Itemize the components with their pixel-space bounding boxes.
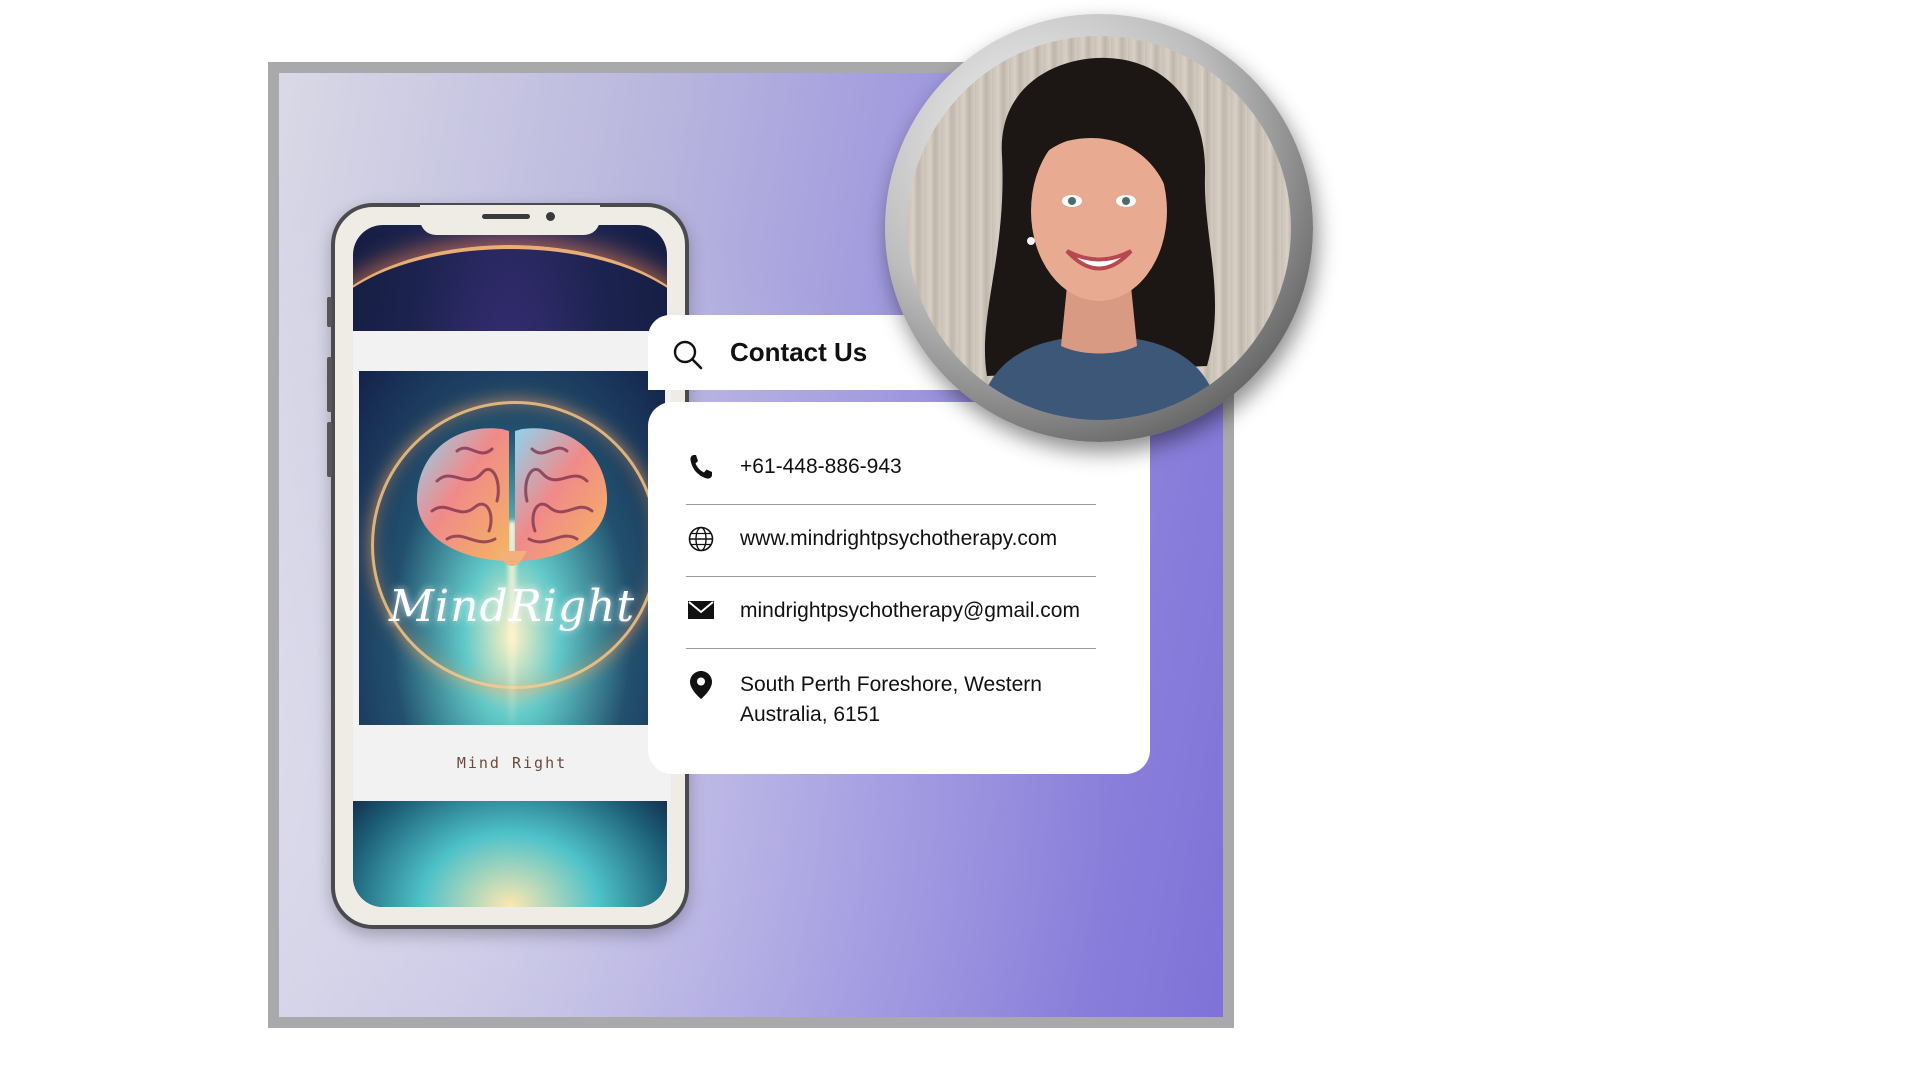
camera-icon — [546, 212, 555, 221]
person-avatar — [977, 57, 1221, 420]
mindright-logo: MindRight — [359, 371, 665, 725]
divider — [686, 504, 1096, 505]
globe-icon — [686, 524, 716, 554]
contact-address[interactable]: South Perth Foreshore, Western Australia… — [740, 670, 1042, 730]
contact-website-row[interactable]: www.mindrightpsychotherapy.com — [686, 524, 1096, 554]
promo-graphic: MindRight Mind Right Contact Us +61-448-… — [0, 0, 1920, 1080]
phone-icon — [686, 452, 716, 482]
phone-notch — [420, 205, 600, 235]
contact-email-row[interactable]: mindrightpsychotherapy@gmail.com — [686, 596, 1096, 626]
phone-button — [327, 422, 332, 477]
divider — [686, 648, 1096, 649]
portrait-photo — [907, 36, 1291, 420]
phone-button — [327, 357, 332, 412]
divider — [686, 576, 1096, 577]
phone-button — [327, 297, 332, 327]
contact-panel: +61-448-886-943 www.mindrightpsychothera… — [648, 402, 1150, 774]
address-line-2: Australia, 6151 — [740, 703, 881, 726]
contact-title: Contact Us — [730, 337, 868, 367]
contact-address-row[interactable]: South Perth Foreshore, Western Australia… — [686, 670, 1096, 730]
search-icon[interactable] — [672, 339, 704, 375]
brain-icon — [416, 428, 608, 566]
logo-card: MindRight Mind Right — [353, 331, 671, 801]
logo-script-text: MindRight — [388, 581, 635, 632]
contact-phone[interactable]: +61-448-886-943 — [740, 452, 902, 482]
contact-email[interactable]: mindrightpsychotherapy@gmail.com — [740, 596, 1080, 626]
contact-website[interactable]: www.mindrightpsychotherapy.com — [740, 524, 1057, 554]
contact-phone-row[interactable]: +61-448-886-943 — [686, 452, 1096, 482]
speaker-icon — [482, 214, 530, 219]
portrait-frame — [885, 14, 1313, 442]
address-line-1: South Perth Foreshore, Western — [740, 673, 1042, 696]
mail-icon — [686, 596, 716, 626]
location-pin-icon — [686, 670, 716, 700]
logo-caption: Mind Right — [456, 754, 568, 772]
